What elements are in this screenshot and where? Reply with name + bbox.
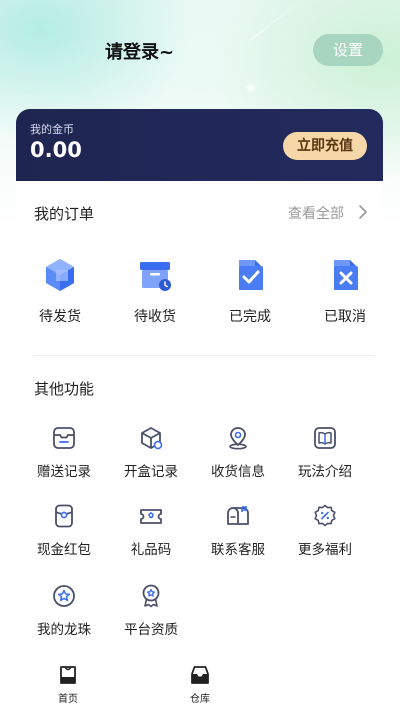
recharge-button[interactable]: 立即充值 xyxy=(283,132,367,160)
func-cash-red-packet[interactable]: 现金红包 xyxy=(24,503,104,559)
bottom-tab-bar: 首页 仓库 xyxy=(0,659,400,711)
box-clock-icon xyxy=(140,262,171,291)
func-label: 平台资质 xyxy=(124,622,178,638)
settings-button[interactable]: 设置 xyxy=(313,34,383,66)
functions-title: 其他功能 xyxy=(34,380,95,398)
func-my-dragon-ball[interactable]: 我的龙珠 xyxy=(24,583,104,639)
tab-home[interactable]: 首页 xyxy=(38,663,98,705)
view-all-orders-link[interactable]: 查看全部 xyxy=(288,203,344,223)
tab-label: 仓库 xyxy=(190,694,210,705)
func-more-benefits[interactable]: 更多福利 xyxy=(285,503,365,559)
func-label: 玩法介绍 xyxy=(298,464,352,480)
tab-label: 首页 xyxy=(58,694,78,705)
func-label: 我的龙珠 xyxy=(37,622,91,638)
book-icon xyxy=(314,427,336,449)
cube-icon xyxy=(46,259,74,291)
section-divider xyxy=(34,355,374,356)
order-pending-shipment[interactable]: 待发货 xyxy=(30,256,90,326)
wallet-balance: 0.00 xyxy=(30,138,82,162)
warehouse-icon xyxy=(191,666,209,684)
wallet-card: 我的金币 0.00 立即充值 xyxy=(16,109,383,181)
func-open-box-record[interactable]: 开盒记录 xyxy=(111,425,191,481)
percent-badge-icon xyxy=(314,504,336,527)
orders-title: 我的订单 xyxy=(34,205,95,223)
func-label: 现金红包 xyxy=(37,542,91,558)
open-box-icon xyxy=(141,427,163,450)
login-prompt[interactable]: 请登录~ xyxy=(105,38,174,64)
func-label: 赠送记录 xyxy=(37,464,91,480)
location-pin-icon xyxy=(229,427,247,450)
gift-record-icon xyxy=(53,427,75,449)
func-gameplay-intro[interactable]: 玩法介绍 xyxy=(285,425,365,481)
red-packet-icon xyxy=(55,504,73,528)
func-label: 开盒记录 xyxy=(124,464,178,480)
order-label: 已完成 xyxy=(229,309,271,325)
order-pending-receipt[interactable]: 待收货 xyxy=(125,256,185,326)
func-platform-qualification[interactable]: 平台资质 xyxy=(111,583,191,639)
order-label: 待收货 xyxy=(134,309,176,325)
wallet-label: 我的金币 xyxy=(30,123,74,136)
star-circle-icon xyxy=(53,585,75,607)
func-gift-record[interactable]: 赠送记录 xyxy=(24,425,104,481)
order-label: 已取消 xyxy=(324,309,366,325)
home-bag-icon xyxy=(60,666,76,684)
check-doc-icon xyxy=(239,260,263,290)
order-cancelled[interactable]: 已取消 xyxy=(315,256,375,326)
order-completed[interactable]: 已完成 xyxy=(220,256,280,326)
chevron-right-icon[interactable] xyxy=(356,204,370,220)
mailbox-icon xyxy=(227,506,249,525)
func-label: 收货信息 xyxy=(211,464,265,480)
func-contact-service[interactable]: 联系客服 xyxy=(198,503,278,559)
ticket-icon xyxy=(140,509,162,524)
cancel-doc-icon xyxy=(334,260,358,290)
func-label: 联系客服 xyxy=(211,542,265,558)
func-gift-code[interactable]: 礼品码 xyxy=(111,503,191,559)
func-label: 礼品码 xyxy=(130,542,172,558)
order-label: 待发货 xyxy=(39,309,81,325)
tab-warehouse[interactable]: 仓库 xyxy=(170,663,230,705)
func-label: 更多福利 xyxy=(298,542,352,558)
medal-icon xyxy=(142,584,160,608)
func-shipping-info[interactable]: 收货信息 xyxy=(198,425,278,481)
sparkle-icon: ✦ xyxy=(245,81,257,97)
